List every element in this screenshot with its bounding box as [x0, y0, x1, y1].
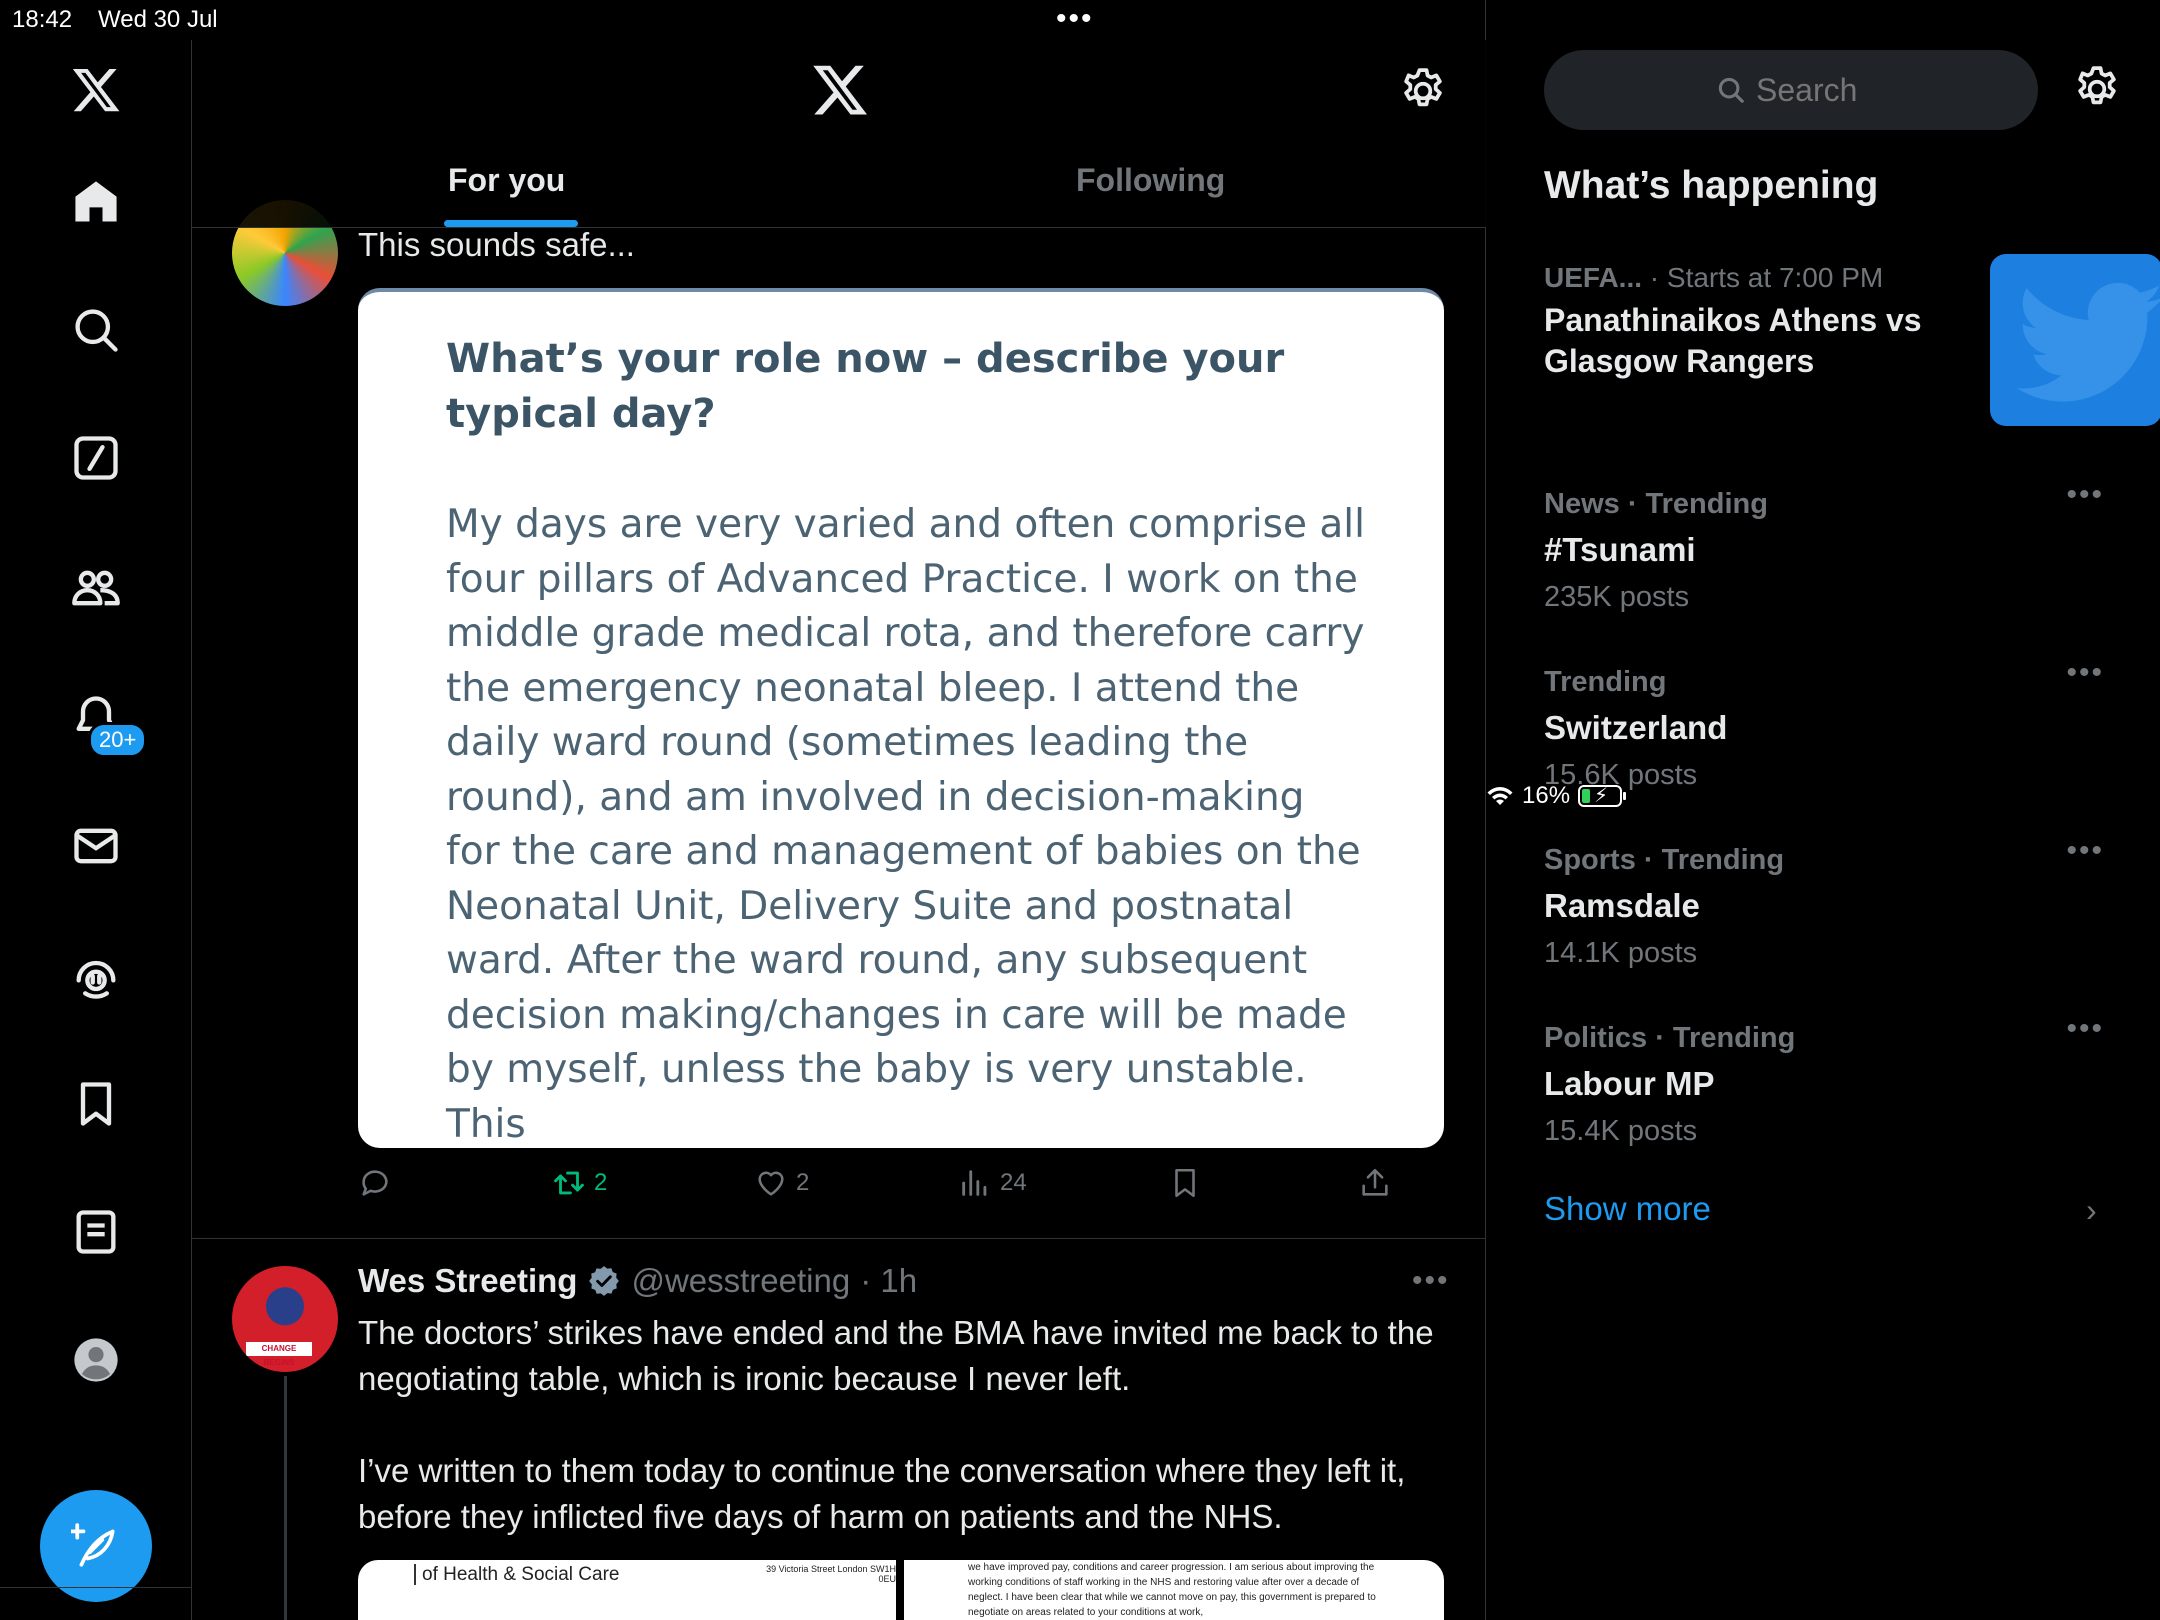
image-body-text: My days are very varied and often compri… [446, 502, 1365, 1147]
tweet2-handle[interactable]: @wesstreeting [631, 1262, 850, 1300]
right-sidebar: What’s happening UEFA... · Starts at 7:0… [1486, 40, 2160, 1620]
trend-item[interactable]: Trending Switzerland 15.6K posts ••• [1544, 656, 2104, 792]
trend-category: News · Trending [1544, 488, 1768, 520]
trend-item[interactable]: News · Trending #Tsunami 235K posts ••• [1544, 478, 2104, 614]
verified-badge-icon [589, 1266, 620, 1296]
image-heading: What’s your role now – describe your typ… [446, 336, 1285, 437]
event-category: UEFA... [1544, 262, 1643, 293]
show-more-link[interactable]: Show more [1544, 1190, 1711, 1228]
letterhead-org: of Health & Social Care [414, 1564, 620, 1585]
trend-category: Politics · Trending [1544, 1022, 1796, 1054]
trend-more-options-icon[interactable]: ••• [2066, 656, 2104, 690]
trend-item[interactable]: Sports · Trending Ramsdale 14.1K posts •… [1544, 834, 2104, 970]
chevron-right-icon[interactable]: › [2086, 1192, 2097, 1229]
tweet1-image-card[interactable]: What’s your role now – describe your typ… [358, 288, 1444, 1148]
trend-more-options-icon[interactable]: ••• [2066, 834, 2104, 868]
tweet2-header: Wes Streeting @wesstreeting · 1h [358, 1262, 917, 1300]
retweet-icon [554, 1171, 584, 1195]
views-button[interactable]: 24 [958, 1166, 1027, 1200]
search-icon[interactable] [66, 300, 126, 360]
status-time: 18:42 [12, 6, 73, 33]
event-item[interactable]: UEFA... · Starts at 7:00 PM Panathinaiko… [1544, 254, 2160, 426]
tweet2-paragraph: The doctors’ strikes have ended and the … [358, 1314, 1434, 1397]
trend-name: #Tsunami [1544, 531, 1696, 568]
reply-button[interactable] [358, 1166, 392, 1200]
trend-name: Labour MP [1544, 1065, 1715, 1102]
nav-divider [0, 1587, 192, 1588]
letterhead-address: 39 Victoria Street London SW1H 0EU [766, 1564, 896, 1584]
bookmarks-icon[interactable] [66, 1074, 126, 1134]
retweet-button[interactable]: 2 [552, 1166, 607, 1200]
trend-more-options-icon[interactable]: ••• [2066, 1012, 2104, 1046]
event-title: Panathinaikos Athens vs Glasgow Rangers [1544, 302, 1922, 379]
event-thumbnail [1990, 254, 2160, 426]
like-button[interactable]: 2 [754, 1166, 809, 1200]
x-logo-icon[interactable] [810, 60, 870, 120]
timeline-header: For you Following [192, 40, 1486, 228]
search-icon [1718, 77, 1744, 103]
home-icon[interactable] [66, 172, 126, 232]
thread-line [284, 1376, 287, 1620]
left-nav: 20+ [0, 40, 192, 1620]
profile-avatar-icon[interactable] [66, 1330, 126, 1390]
bookmark-icon [1175, 1168, 1195, 1198]
tweet2-author-name[interactable]: Wes Streeting [358, 1262, 577, 1300]
search-input[interactable] [1756, 71, 1866, 109]
tweet2-media-letter-2[interactable]: we have improved pay, conditions and car… [904, 1560, 1444, 1620]
tweet2-media-letter-1[interactable]: of Health & Social Care 39 Victoria Stre… [358, 1560, 896, 1620]
retweet-count: 2 [594, 1169, 608, 1196]
views-bar-chart-icon [962, 1170, 987, 1196]
reply-icon [362, 1170, 388, 1196]
bookmark-button[interactable] [1168, 1166, 1202, 1200]
share-upload-icon [1362, 1168, 1388, 1196]
trend-name: Switzerland [1544, 709, 1728, 746]
explore-settings-gear-icon[interactable] [2072, 64, 2122, 114]
messages-envelope-icon[interactable] [66, 816, 126, 876]
x-logo-icon[interactable] [66, 60, 126, 120]
settings-gear-icon[interactable] [1398, 66, 1448, 116]
search-box[interactable] [1544, 50, 2038, 130]
tweet2-avatar[interactable]: CHANGE BEGINS [232, 1266, 338, 1372]
tab-following[interactable]: Following [1076, 162, 1225, 199]
trend-more-options-icon[interactable]: ••• [2066, 478, 2104, 512]
heart-icon [758, 1171, 784, 1196]
compose-plus-feather-icon [71, 1523, 115, 1567]
communities-icon[interactable] [66, 558, 126, 618]
share-button[interactable] [1358, 1166, 1392, 1200]
compose-post-button[interactable] [40, 1490, 152, 1602]
trend-category: Sports · Trending [1544, 844, 1785, 876]
letter-text: we have improved pay, conditions and car… [968, 1562, 1376, 1618]
tweet2-body: The doctors’ strikes have ended and the … [358, 1310, 1458, 1586]
tweet-divider [192, 1238, 1486, 1239]
event-time: · Starts at 7:00 PM [1649, 262, 1884, 293]
trend-name: Ramsdale [1544, 887, 1700, 924]
grok-icon[interactable] [66, 428, 126, 488]
tweet2-more-options-icon[interactable]: ••• [1412, 1264, 1450, 1298]
avatar-banner-text: CHANGE BEGINS [246, 1342, 312, 1367]
tweet1-actions: 2 2 24 [358, 1166, 1444, 1210]
trend-category: Trending [1544, 666, 1667, 698]
tab-for-you[interactable]: For you [448, 162, 565, 199]
spaces-icon[interactable] [66, 946, 126, 1006]
trend-post-count: 15.6K posts [1544, 759, 1698, 791]
tweet1-text: This sounds safe... [358, 226, 635, 263]
trend-item[interactable]: Politics · Trending Labour MP 15.4K post… [1544, 1012, 2104, 1148]
trend-post-count: 235K posts [1544, 581, 1690, 613]
active-tab-indicator [444, 220, 578, 227]
bird-logo-icon [2016, 282, 2160, 402]
main-timeline: This sounds safe... What’s your role now… [192, 0, 1486, 1620]
trend-post-count: 15.4K posts [1544, 1115, 1698, 1147]
notifications-badge: 20+ [88, 722, 148, 758]
tweet2-timestamp[interactable]: · 1h [860, 1262, 917, 1300]
tweet2-paragraph: I’ve written to them today to continue t… [358, 1452, 1406, 1535]
trend-post-count: 14.1K posts [1544, 937, 1698, 969]
like-count: 2 [796, 1169, 810, 1196]
lists-icon[interactable] [66, 1202, 126, 1262]
views-count: 24 [1000, 1169, 1027, 1196]
whats-happening-heading: What’s happening [1544, 164, 1879, 207]
